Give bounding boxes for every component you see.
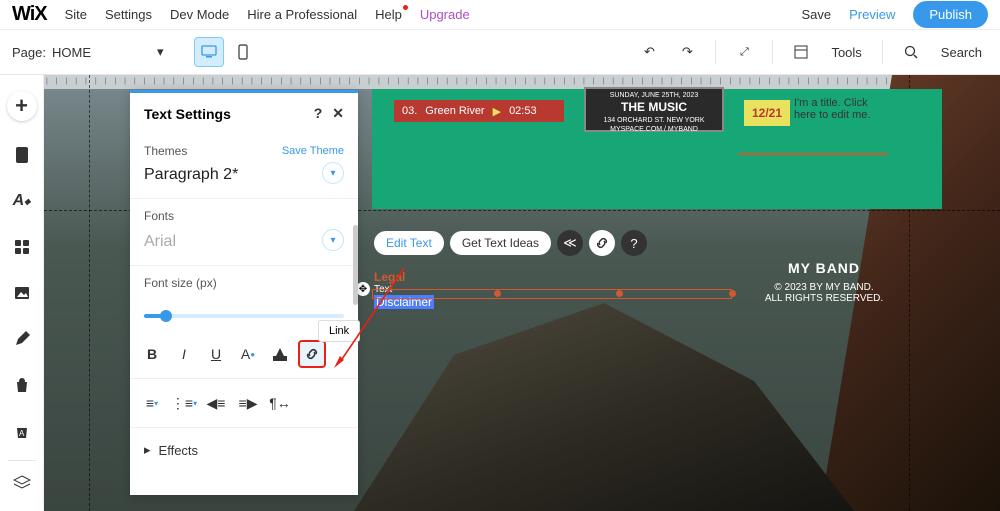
search-label[interactable]: Search	[941, 45, 982, 60]
track-num: 03.	[402, 105, 417, 117]
editor-toolbar: Page: HOME ▾ ↶ ↷ ⤢ Tools Search	[0, 30, 1000, 75]
guide-v	[89, 75, 90, 511]
track-time: 02:53	[509, 105, 537, 117]
text-edit-flyout: Edit Text Get Text Ideas ≪ ?	[374, 230, 647, 256]
textcolor-button[interactable]: A●	[234, 340, 262, 368]
rights: ALL RIGHTS RESERVED.	[724, 293, 924, 304]
poster-address: 134 ORCHARD ST. NEW YORK	[588, 116, 720, 125]
ruler: | | | | | | | | | | | | | | | | | | | | …	[44, 75, 1000, 89]
poster-title: THE MUSIC	[588, 100, 720, 116]
theme-value: Paragraph 2*	[144, 166, 238, 184]
legal-heading: Legal	[374, 270, 434, 284]
rail-store-icon[interactable]	[10, 373, 34, 397]
top-menu: WiX Site Settings Dev Mode Hire a Profes…	[0, 0, 1000, 30]
poster-site: MYSPACE.COM / MYBAND	[588, 125, 720, 134]
play-icon[interactable]: ▶	[493, 105, 501, 118]
date-badge[interactable]: 12/21	[744, 100, 790, 126]
rail-store2-icon[interactable]: A	[10, 419, 34, 443]
link-button[interactable]	[298, 340, 326, 368]
effects-toggle[interactable]: ▸ Effects	[130, 428, 358, 472]
chevron-right-icon: ▸	[144, 442, 151, 458]
redo-button[interactable]: ↷	[673, 38, 701, 66]
link-flyout-button[interactable]	[589, 230, 615, 256]
selection-handle[interactable]	[494, 290, 501, 297]
footer-text[interactable]: MY BAND © 2023 BY MY BAND. ALL RIGHTS RE…	[724, 260, 924, 304]
get-text-ideas-button[interactable]: Get Text Ideas	[450, 231, 551, 255]
font-dropdown[interactable]: ▾	[322, 229, 344, 251]
menu-devmode[interactable]: Dev Mode	[170, 7, 229, 22]
help-flyout-button[interactable]: ?	[621, 230, 647, 256]
anim-button[interactable]: ≪	[557, 230, 583, 256]
menu-hire[interactable]: Hire a Professional	[247, 7, 357, 22]
save-theme-link[interactable]: Save Theme	[282, 145, 344, 157]
undo-button[interactable]: ↶	[635, 38, 663, 66]
publish-button[interactable]: Publish	[913, 1, 988, 28]
page-selector[interactable]: Page: HOME ▾	[12, 44, 164, 60]
effects-label: Effects	[159, 443, 199, 458]
move-handle-icon[interactable]: ✥	[356, 282, 370, 296]
rail-media-icon[interactable]	[10, 281, 34, 305]
menu-upgrade[interactable]: Upgrade	[420, 7, 470, 22]
rail-pen-icon[interactable]	[10, 327, 34, 351]
copyright: © 2023 BY MY BAND.	[724, 282, 924, 293]
page-name: HOME	[52, 45, 91, 60]
search-icon[interactable]	[897, 38, 925, 66]
mobile-view-button[interactable]	[228, 37, 258, 67]
menu-settings[interactable]: Settings	[105, 7, 152, 22]
panel-title: Text Settings	[144, 106, 231, 122]
selection-border	[372, 289, 732, 299]
direction-button[interactable]: ¶↔	[266, 389, 294, 417]
fontsize-label: Font size (px)	[144, 276, 344, 290]
rail-layers-icon[interactable]	[10, 471, 34, 495]
zoomout-icon[interactable]: ⤢	[730, 38, 758, 66]
add-button[interactable]: +	[7, 91, 37, 121]
svg-text:A: A	[19, 429, 25, 438]
close-icon[interactable]: ✕	[332, 105, 344, 122]
selection-handle[interactable]	[616, 290, 623, 297]
event-poster[interactable]: SUNDAY, JUNE 25TH, 2023 THE MUSIC 134 OR…	[584, 87, 724, 132]
rail-apps-icon[interactable]	[10, 235, 34, 259]
link-tooltip: Link	[318, 320, 360, 342]
menu-help[interactable]: Help	[375, 7, 402, 22]
text-settings-panel: Text Settings ? ✕ Themes Save Theme Para…	[130, 90, 358, 495]
edit-text-button[interactable]: Edit Text	[374, 231, 444, 255]
title-placeholder[interactable]: I'm a title. Click here to edit me.	[794, 97, 884, 121]
fontsize-slider[interactable]	[144, 314, 344, 318]
track-name: Green River	[425, 105, 484, 117]
help-icon[interactable]: ?	[314, 105, 323, 122]
rail-page-icon[interactable]	[10, 143, 34, 167]
tools-label[interactable]: Tools	[831, 45, 861, 60]
chevron-down-icon: ▾	[157, 44, 164, 60]
themes-label: Themes	[144, 144, 187, 158]
underline-button[interactable]: U	[202, 340, 230, 368]
fonts-label: Fonts	[144, 209, 344, 223]
menu-save[interactable]: Save	[801, 7, 831, 22]
menu-preview[interactable]: Preview	[849, 7, 895, 22]
panel-scrollbar[interactable]	[353, 225, 358, 305]
bold-button[interactable]: B	[138, 340, 166, 368]
menu-site[interactable]: Site	[65, 7, 87, 22]
band-name: MY BAND	[724, 260, 924, 276]
font-value: Arial	[144, 233, 176, 251]
rail-design-icon[interactable]: A◆	[10, 189, 34, 213]
theme-dropdown[interactable]: ▾	[322, 162, 344, 184]
audio-player[interactable]: 03. Green River ▶ 02:53	[394, 100, 564, 122]
desktop-view-button[interactable]	[194, 37, 224, 67]
list-button[interactable]: ⋮≡▾	[170, 389, 198, 417]
side-rail: + A◆ A	[0, 75, 44, 511]
poster-date: SUNDAY, JUNE 25TH, 2023	[588, 91, 720, 100]
logo: WiX	[12, 3, 47, 26]
highlight-button[interactable]	[266, 340, 294, 368]
indent-left-button[interactable]: ◀≡	[202, 389, 230, 417]
tools-icon	[787, 38, 815, 66]
indent-right-button[interactable]: ≡▶	[234, 389, 262, 417]
italic-button[interactable]: I	[170, 340, 198, 368]
page-label: Page:	[12, 45, 46, 60]
divider-line	[738, 153, 888, 155]
align-button[interactable]: ≡▾	[138, 389, 166, 417]
